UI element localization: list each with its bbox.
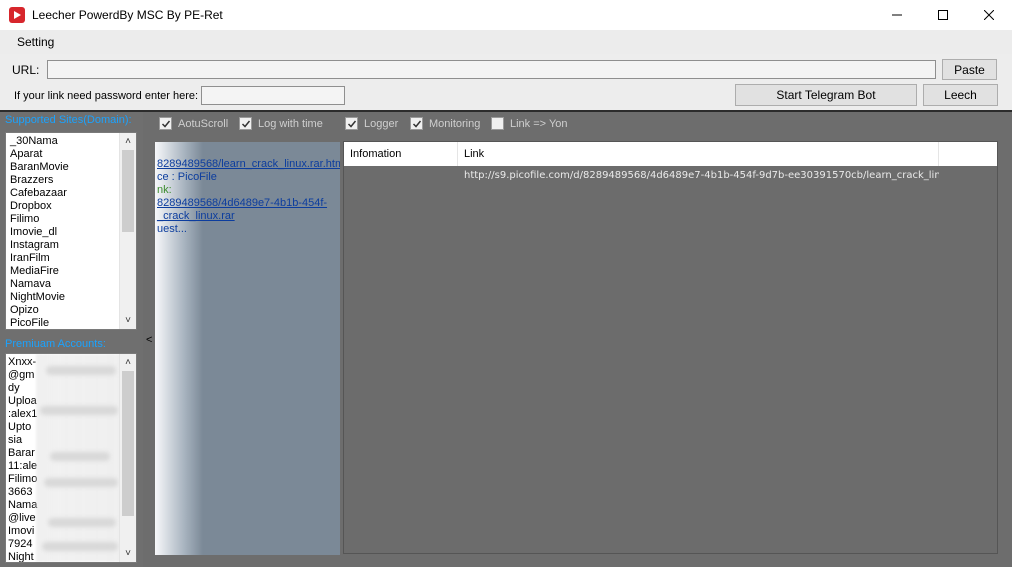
- redaction-blur: [48, 518, 116, 527]
- window-controls: [874, 0, 1012, 30]
- log-line: ce : PicoFile: [157, 171, 217, 183]
- password-input[interactable]: [201, 86, 345, 105]
- scroll-up-icon[interactable]: ˄: [120, 354, 136, 371]
- leech-button[interactable]: Leech: [923, 84, 998, 106]
- list-item[interactable]: Cafebazaar: [10, 187, 120, 200]
- log-link[interactable]: 8289489568/4d6489e7-4b1b-454f-: [157, 197, 327, 210]
- scroll-thumb[interactable]: [122, 150, 134, 232]
- list-item[interactable]: Instagram: [10, 239, 120, 252]
- premium-accounts-list[interactable]: Xnxx- @gm dy Uploa:alex1 Upto sia Barar 11:ale F…: [5, 353, 137, 563]
- log-link[interactable]: 8289489568/learn_crack_linux.rar.html: [157, 158, 340, 171]
- list-item[interactable]: Brazzers: [10, 174, 120, 187]
- scroll-up-icon[interactable]: ˄: [120, 133, 136, 150]
- checkbox-checked-icon: [239, 117, 252, 130]
- list-item[interactable]: BaranMovie: [10, 161, 120, 174]
- list-item[interactable]: IranFilm: [10, 252, 120, 265]
- premium-accounts-label: Premiuam Accounts:: [5, 338, 106, 350]
- maximize-icon: [938, 10, 948, 20]
- minimize-icon: [892, 14, 902, 16]
- redaction-blur: [42, 542, 118, 551]
- scroll-thumb[interactable]: [122, 371, 134, 516]
- table-row[interactable]: http://s9.picofile.com/d/8289489568/4d64…: [344, 166, 939, 186]
- maximize-button[interactable]: [920, 0, 966, 30]
- redaction-blur: [50, 452, 110, 461]
- monitoring-checkbox[interactable]: Monitoring: [410, 117, 480, 130]
- close-icon: [984, 10, 994, 20]
- app-icon: [9, 7, 25, 23]
- redaction-blur: [46, 366, 116, 375]
- grid-header: Infomation Link: [344, 142, 997, 166]
- link-yon-checkbox[interactable]: Link => Yon: [491, 117, 568, 130]
- list-item[interactable]: _30Nama: [10, 135, 120, 148]
- left-panel: Supported Sites(Domain): _30Nama Aparat Ba…: [0, 112, 143, 567]
- title-bar: Leecher PowerdBy MSC By PE-Ret: [0, 0, 1012, 30]
- list-item[interactable]: Opizo: [10, 304, 120, 317]
- scroll-down-icon[interactable]: ˅: [120, 312, 136, 329]
- accounts-scrollbar[interactable]: ˄ ˅: [119, 354, 136, 562]
- minimize-button[interactable]: [874, 0, 920, 30]
- window-title: Leecher PowerdBy MSC By PE-Ret: [32, 8, 223, 22]
- log-line: uest...: [157, 223, 187, 235]
- column-header-information[interactable]: Infomation: [344, 142, 458, 166]
- collapse-panel-icon[interactable]: <: [146, 334, 152, 346]
- redaction-blur: [44, 478, 118, 487]
- password-label: If your link need password enter here:: [14, 90, 199, 102]
- log-with-time-checkbox[interactable]: Log with time: [239, 117, 323, 130]
- paste-button[interactable]: Paste: [942, 59, 997, 80]
- links-grid: Infomation Link http://s9.picofile.com/d…: [343, 141, 998, 554]
- log-panel: 8289489568/learn_crack_linux.rar.html ce …: [155, 142, 340, 555]
- close-button[interactable]: [966, 0, 1012, 30]
- list-item[interactable]: Namava: [10, 278, 120, 291]
- autoscroll-checkbox[interactable]: AotuScroll: [159, 117, 228, 130]
- list-item[interactable]: MediaFire: [10, 265, 120, 278]
- supported-sites-list[interactable]: _30Nama Aparat BaranMovie Brazzers Cafebazaa…: [5, 132, 137, 330]
- list-item[interactable]: Dropbox: [10, 200, 120, 213]
- url-label: URL:: [12, 63, 40, 77]
- options-bar: AotuScroll Log with time Logger Monitori…: [155, 112, 1012, 136]
- row-link: http://s9.picofile.com/d/8289489568/4d64…: [464, 170, 939, 181]
- redaction-blur: [40, 406, 118, 415]
- start-telegram-bot-button[interactable]: Start Telegram Bot: [735, 84, 917, 106]
- scroll-down-icon[interactable]: ˅: [120, 545, 136, 562]
- logger-checkbox[interactable]: Logger: [345, 117, 398, 130]
- checkbox-unchecked-icon: [491, 117, 504, 130]
- log-line: nk:: [157, 184, 172, 196]
- list-item[interactable]: Filimo: [10, 213, 120, 226]
- checkbox-checked-icon: [410, 117, 423, 130]
- list-item[interactable]: Aparat: [10, 148, 120, 161]
- sites-items: _30Nama Aparat BaranMovie Brazzers Cafebazaa…: [10, 135, 120, 329]
- top-panel: URL: Paste If your link need password en…: [0, 54, 1012, 110]
- list-item[interactable]: PicoFile: [10, 317, 120, 329]
- menu-bar: Setting: [0, 30, 1012, 54]
- list-item[interactable]: Imovie_dl: [10, 226, 120, 239]
- menu-setting[interactable]: Setting: [17, 35, 54, 49]
- supported-sites-label: Supported Sites(Domain):: [5, 114, 132, 126]
- checkbox-checked-icon: [345, 117, 358, 130]
- checkbox-checked-icon: [159, 117, 172, 130]
- column-header-link[interactable]: Link: [458, 142, 939, 166]
- sites-scrollbar[interactable]: ˄ ˅: [119, 133, 136, 329]
- row-information: [344, 166, 458, 186]
- log-link[interactable]: _crack_linux.rar: [157, 210, 235, 223]
- url-input[interactable]: [47, 60, 936, 79]
- list-item[interactable]: NightMovie: [10, 291, 120, 304]
